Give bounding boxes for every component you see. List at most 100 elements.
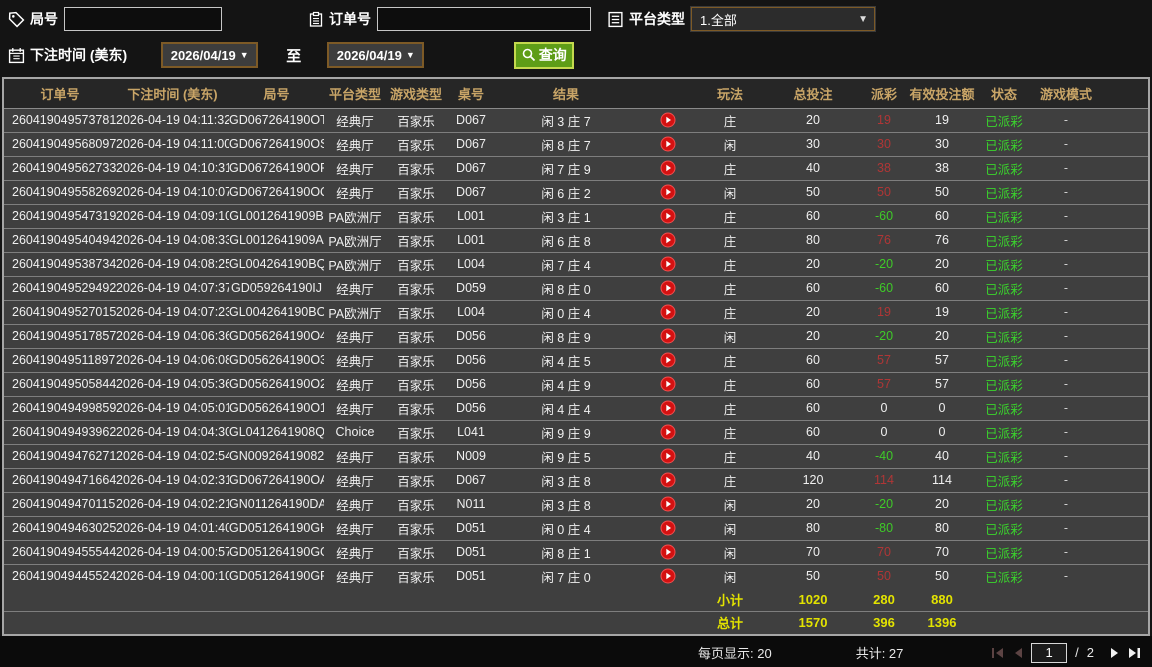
cell-game-type: 百家乐 xyxy=(386,204,446,229)
status-badge: 已派彩 xyxy=(982,252,1026,277)
cell-valid-bet: 57 xyxy=(902,348,982,373)
cell-game-mode: - xyxy=(1026,156,1106,181)
cell-payout: 57 xyxy=(866,348,902,373)
video-play-icon[interactable] xyxy=(660,496,676,512)
cell-replay xyxy=(636,396,700,421)
cell-play-type: 庄 xyxy=(700,108,760,133)
status-badge: 已派彩 xyxy=(982,516,1026,541)
game-no-label: 局号 xyxy=(30,11,58,27)
search-icon xyxy=(522,48,535,62)
cell-platform: 经典厅 xyxy=(324,276,386,301)
platform-select[interactable]: 1.全部 ▼ xyxy=(690,6,876,32)
cell-result: 闲 3 庄 8 xyxy=(496,468,636,493)
order-no-input[interactable] xyxy=(377,7,591,31)
cell-payout: 70 xyxy=(866,540,902,565)
cell-bet-time: 2026-04-19 04:08:25 xyxy=(116,252,229,277)
video-play-icon[interactable] xyxy=(660,568,676,584)
cell-result: 闲 7 庄 4 xyxy=(496,252,636,277)
video-play-icon[interactable] xyxy=(660,208,676,224)
video-play-icon[interactable] xyxy=(660,232,676,248)
video-play-icon[interactable] xyxy=(660,352,676,368)
cell-bet-time: 2026-04-19 04:05:36 xyxy=(116,372,229,397)
video-play-icon[interactable] xyxy=(660,136,676,152)
video-play-icon[interactable] xyxy=(660,256,676,272)
video-play-icon[interactable] xyxy=(660,544,676,560)
date-to-picker[interactable]: 2026/04/19 ▼ xyxy=(327,42,425,68)
cell-table-no: D051 xyxy=(446,540,496,565)
table-summary: 小计 1020 280 880 总计 1570 396 1396 xyxy=(4,588,1148,634)
cell-platform: PA欧洲厅 xyxy=(324,204,386,229)
cell-result: 闲 8 庄 9 xyxy=(496,324,636,349)
cell-game-no: GD056264190O3 xyxy=(229,348,324,373)
cell-game-no: GL0012641909B xyxy=(229,204,324,229)
cell-game-no: GD056264190O1 xyxy=(229,396,324,421)
cell-play-type: 庄 xyxy=(700,420,760,445)
cell-payout: -20 xyxy=(866,252,902,277)
to-label: 至 xyxy=(286,47,302,65)
cell-play-type: 庄 xyxy=(700,300,760,325)
total-payout: 396 xyxy=(873,615,895,631)
cell-game-no: GD051264190GF xyxy=(229,569,324,584)
status-badge: 已派彩 xyxy=(982,468,1026,493)
total-label: 总计 xyxy=(716,616,743,632)
cell-result: 闲 6 庄 8 xyxy=(496,228,636,253)
video-play-icon[interactable] xyxy=(660,472,676,488)
cell-valid-bet: 20 xyxy=(902,252,982,277)
cell-game-type: 百家乐 xyxy=(397,570,435,585)
page-number-input[interactable] xyxy=(1031,642,1068,663)
game-no-input[interactable] xyxy=(64,7,222,31)
date-from-value: 2026/04/19 xyxy=(170,47,236,63)
cell-total-bet: 20 xyxy=(760,252,866,277)
cell-table-no: L001 xyxy=(446,204,496,229)
status-badge: 已派彩 xyxy=(982,156,1026,181)
last-page-icon[interactable] xyxy=(1128,647,1142,659)
video-play-icon[interactable] xyxy=(660,448,676,464)
cell-order-no: 260419049499859 xyxy=(4,396,116,421)
cell-platform: 经典厅 xyxy=(324,444,386,469)
video-play-icon[interactable] xyxy=(660,328,676,344)
cell-replay xyxy=(636,540,700,565)
table-row: 260419049547319 2026-04-19 04:09:10 GL00… xyxy=(4,204,1148,229)
cell-result: 闲 8 庄 0 xyxy=(496,276,636,301)
column-header: 玩法 xyxy=(700,79,760,109)
cell-game-mode: - xyxy=(1026,492,1106,517)
next-page-icon[interactable] xyxy=(1110,647,1120,659)
video-play-icon[interactable] xyxy=(660,520,676,536)
cell-game-no: GN011264190DA xyxy=(229,492,324,517)
previous-page-icon[interactable] xyxy=(1013,647,1023,659)
cell-total-bet: 20 xyxy=(760,300,866,325)
status-badge: 已派彩 xyxy=(982,540,1026,565)
video-play-icon[interactable] xyxy=(660,400,676,416)
cell-game-mode: - xyxy=(1026,372,1106,397)
cell-play-type: 庄 xyxy=(700,252,760,277)
query-button[interactable]: 查询 xyxy=(514,41,575,69)
cell-platform: 经典厅 xyxy=(336,570,374,585)
first-page-icon[interactable] xyxy=(991,647,1005,659)
cell-payout: -60 xyxy=(866,276,902,301)
cell-game-no: GD059264190IJ xyxy=(229,276,324,301)
cell-order-no: 260419049445524 xyxy=(12,569,116,584)
video-play-icon[interactable] xyxy=(660,376,676,392)
video-play-icon[interactable] xyxy=(660,424,676,440)
cell-valid-bet: 60 xyxy=(902,204,982,229)
cell-replay xyxy=(636,468,700,493)
table-row: 260419049455544 2026-04-19 04:00:57 GD05… xyxy=(4,540,1148,565)
cell-platform: PA欧洲厅 xyxy=(324,300,386,325)
cell-payout: -60 xyxy=(866,204,902,229)
video-play-icon[interactable] xyxy=(660,160,676,176)
video-play-icon[interactable] xyxy=(660,112,676,128)
cell-result: 闲 3 庄 7 xyxy=(496,108,636,133)
cell-game-type: 百家乐 xyxy=(386,372,446,397)
table-row: 260419049529492 2026-04-19 04:07:37 GD05… xyxy=(4,276,1148,301)
cell-table-no: D067 xyxy=(446,156,496,181)
video-play-icon[interactable] xyxy=(660,280,676,296)
cell-game-mode: - xyxy=(1026,300,1106,325)
date-from-picker[interactable]: 2026/04/19 ▼ xyxy=(161,42,259,68)
cell-payout: -20 xyxy=(866,324,902,349)
chevron-down-icon: ▼ xyxy=(405,50,415,60)
cell-game-mode: - xyxy=(1026,444,1106,469)
video-play-icon[interactable] xyxy=(660,184,676,200)
cell-valid-bet: 70 xyxy=(902,540,982,565)
video-play-icon[interactable] xyxy=(660,304,676,320)
cell-replay xyxy=(636,156,700,181)
